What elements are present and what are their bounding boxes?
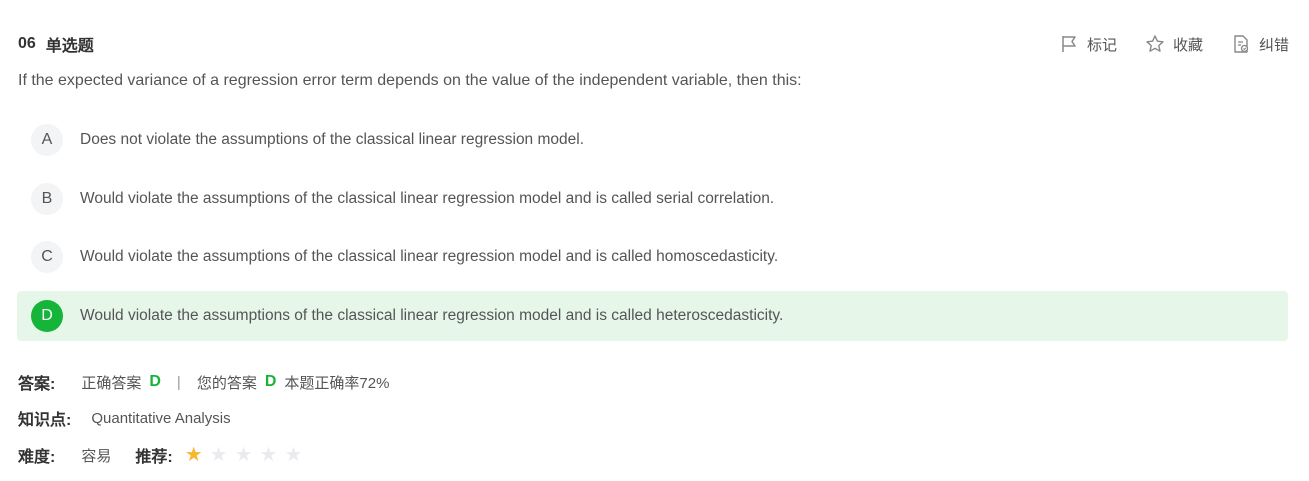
mark-label: 标记 <box>1086 36 1117 54</box>
options-list: A Does not violate the assumptions of th… <box>17 115 1288 349</box>
knowledge-row: 知识点: Quantitative Analysis <box>18 406 231 430</box>
difficulty-row: 难度: 容易 推荐: ★ ★ ★ ★ ★ <box>18 443 309 467</box>
star-empty-icon: ★ <box>234 444 253 466</box>
report-document-icon <box>1234 35 1249 53</box>
correct-answer-label: 正确答案 <box>81 374 142 392</box>
mark-button[interactable]: 标记 <box>1059 34 1117 55</box>
report-error-label: 纠错 <box>1258 36 1289 54</box>
star-filled-icon: ★ <box>184 444 203 466</box>
correct-rate: 本题正确率72% <box>284 374 390 392</box>
question-header: 06 单选题 标记 收藏 纠错 <box>18 32 1289 56</box>
knowledge-label: 知识点: <box>18 412 72 429</box>
option-c[interactable]: C Would violate the assumptions of the c… <box>17 232 1288 282</box>
option-text: Does not violate the assumptions of the … <box>80 131 585 148</box>
star-empty-icon: ★ <box>284 444 303 466</box>
answer-separator: | <box>176 373 181 391</box>
option-letter: C <box>31 241 63 273</box>
option-letter: A <box>31 124 63 156</box>
option-d[interactable]: D Would violate the assumptions of the c… <box>17 290 1288 341</box>
star-empty-icon: ★ <box>209 444 228 466</box>
question-type: 单选题 <box>45 38 94 55</box>
option-letter: D <box>31 299 63 332</box>
your-answer-value: D <box>264 373 277 390</box>
your-answer-label: 您的答案 <box>196 374 257 392</box>
star-outline-icon <box>1146 35 1164 52</box>
knowledge-value: Quantitative Analysis <box>91 409 231 427</box>
recommend-rating: ★ ★ ★ ★ ★ <box>185 445 310 465</box>
report-error-button[interactable]: 纠错 <box>1231 34 1289 55</box>
option-b[interactable]: B Would violate the assumptions of the c… <box>17 174 1288 224</box>
recommend-label: 推荐: <box>135 449 173 466</box>
star-empty-icon: ★ <box>259 444 278 466</box>
favorite-label: 收藏 <box>1172 36 1203 54</box>
question-title: 06 单选题 <box>18 32 94 56</box>
difficulty-label: 难度: <box>18 449 56 466</box>
question-stem: If the expected variance of a regression… <box>18 72 802 89</box>
answer-row: 答案: 正确答案 D | 您的答案 D 本题正确率72% <box>18 370 389 394</box>
option-text: Would violate the assumptions of the cla… <box>80 306 784 324</box>
question-tools: 标记 收藏 纠错 <box>1031 34 1289 55</box>
favorite-button[interactable]: 收藏 <box>1145 34 1203 55</box>
option-a[interactable]: A Does not violate the assumptions of th… <box>17 115 1288 165</box>
question-number: 06 <box>18 35 36 52</box>
flag-icon <box>1062 36 1076 52</box>
option-letter: B <box>31 182 63 215</box>
difficulty-value: 容易 <box>81 447 112 465</box>
answer-label: 答案: <box>18 376 56 393</box>
option-text: Would violate the assumptions of the cla… <box>80 248 779 265</box>
option-text: Would violate the assumptions of the cla… <box>80 189 775 207</box>
correct-answer-value: D <box>149 373 161 390</box>
